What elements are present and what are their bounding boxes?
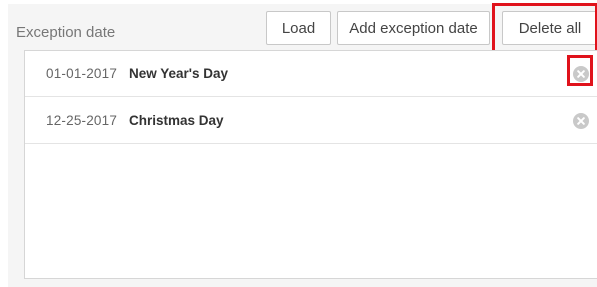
add-exception-date-button[interactable]: Add exception date [337,11,490,45]
list-item: 12-25-2017 Christmas Day [25,98,597,144]
load-button[interactable]: Load [266,11,331,45]
exception-date: 12-25-2017 [46,113,118,128]
exception-list: 01-01-2017 New Year's Day 12-25-2017 Chr… [24,50,597,279]
exception-name: Christmas Day [129,113,224,128]
list-item: 01-01-2017 New Year's Day [25,51,597,97]
exception-name: New Year's Day [129,66,229,81]
section-title: Exception date [16,23,116,41]
close-circle-icon[interactable] [573,112,589,129]
delete-all-button[interactable]: Delete all [502,11,597,45]
exception-date: 01-01-2017 [46,66,118,81]
close-circle-icon[interactable] [573,65,589,82]
